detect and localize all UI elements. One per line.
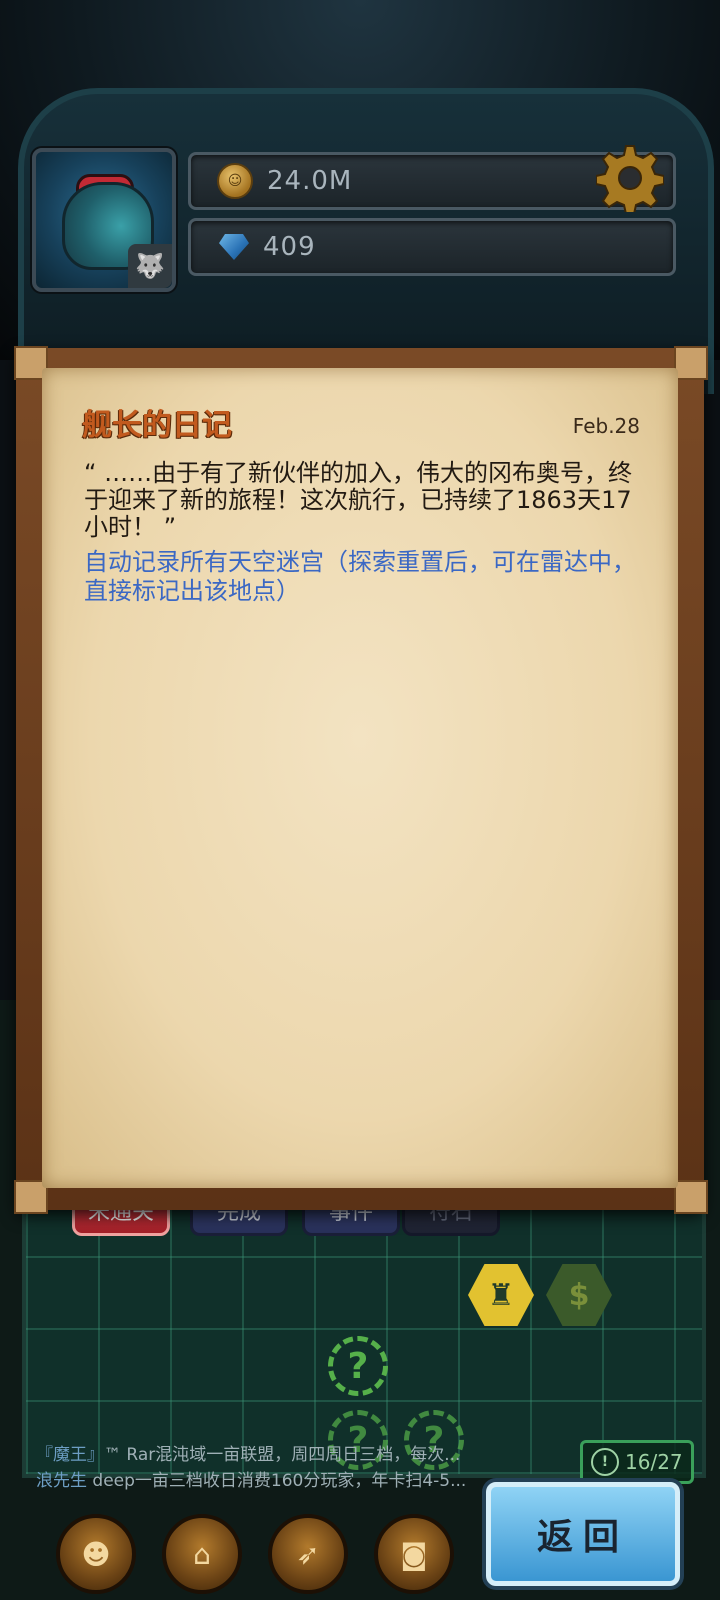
gold-value: 24.0M (267, 166, 353, 196)
progress-value: 16/27 (625, 1450, 683, 1474)
panel-corner (674, 346, 708, 380)
unknown-room-icon[interactable]: ? (328, 1336, 388, 1396)
chat-text: ™ Rar混沌域一亩联盟，周四周日三档，每次... (104, 1445, 461, 1465)
player-avatar[interactable]: 🐺 (32, 148, 176, 292)
chat-message[interactable]: 浪先生 deep一亩三档收日消费160分玩家，年卡扫4-5... (36, 1466, 496, 1491)
chat-sender: 浪先生 (36, 1471, 87, 1491)
wolf-badge-icon: 🐺 (128, 244, 172, 288)
gem-bar[interactable]: 409 (188, 218, 676, 276)
unknown-marker: ? (347, 1345, 369, 1387)
currency-marker: $ (568, 1277, 590, 1313)
rocket-icon[interactable]: ➶ (268, 1514, 348, 1594)
gem-icon (219, 234, 249, 260)
diary-entry-text: “ ……由于有了新伙伴的加入，伟大的冈布奥号，终于迎来了新的旅程！这次航行，已持… (84, 459, 633, 541)
diary-title: 舰长的日记 (82, 408, 232, 443)
coin-icon: ☺ (217, 163, 253, 199)
gear-icon[interactable] (596, 144, 664, 212)
chat-message[interactable]: 『魔王』™ Rar混沌域一亩联盟，周四周日三档，每次... (36, 1440, 496, 1465)
gem-value: 409 (263, 232, 316, 262)
diary-note: 自动记录所有天空迷宫（探索重置后，可在雷达中，直接标记出该地点） (84, 548, 636, 605)
diary-date: Feb.28 (572, 414, 640, 438)
bag-icon[interactable]: ◙ (374, 1514, 454, 1594)
exclamation-icon: ! (591, 1448, 619, 1476)
chat-text: deep一亩三档收日消费160分玩家，年卡扫4-5... (87, 1471, 467, 1491)
shop-icon[interactable]: ⌂ (162, 1514, 242, 1594)
exploration-progress: ! 16/27 (580, 1440, 694, 1484)
panel-corner (674, 1180, 708, 1214)
slime-icon[interactable]: ☻ (56, 1514, 136, 1594)
chat-sender: 『魔王』 (36, 1445, 104, 1465)
back-button[interactable]: 返回 (486, 1482, 680, 1586)
